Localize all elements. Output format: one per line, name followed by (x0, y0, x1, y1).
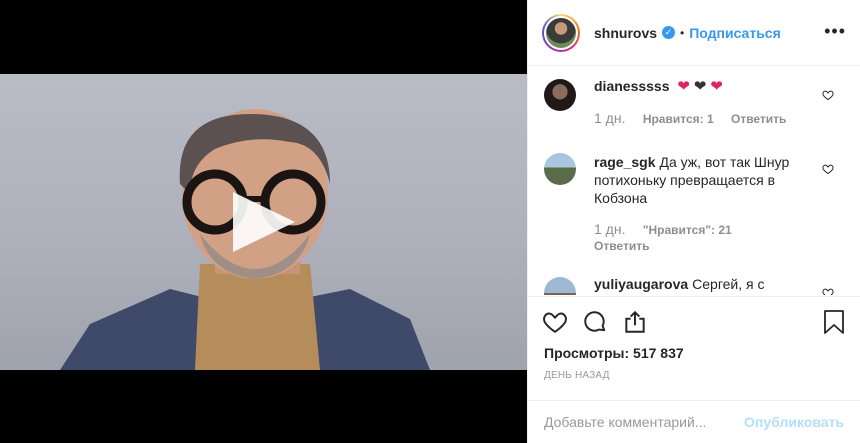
comment-likes[interactable]: "Нравится": 21 (643, 223, 732, 237)
comment-icon[interactable] (582, 309, 608, 335)
reply-button[interactable]: Ответить (594, 239, 649, 253)
comment-item: rage_sgk Да уж, вот так Шнур потихоньку п… (528, 153, 860, 254)
video-player[interactable] (0, 74, 527, 370)
publish-button[interactable]: Опубликовать (744, 414, 844, 430)
instagram-post: shnurovs ✓ • Подписаться ••• dianesssss … (0, 0, 860, 443)
comment-username[interactable]: dianesssss (594, 78, 670, 94)
follow-button[interactable]: Подписаться (689, 25, 781, 41)
comment-likes[interactable]: Нравится: 1 (643, 112, 714, 126)
more-options-icon[interactable]: ••• (824, 22, 846, 40)
separator-dot: • (680, 25, 685, 40)
heart-emojis: ❤ ❤ ❤ (677, 78, 723, 95)
like-comment-icon[interactable] (822, 89, 834, 101)
like-comment-icon[interactable] (822, 163, 834, 175)
like-comment-icon[interactable] (822, 287, 834, 295)
comment-input[interactable] (544, 414, 745, 430)
author-avatar[interactable] (542, 13, 580, 52)
comment-item: dianesssss ❤ ❤ ❤ 1 дн. Нравится: 1 Ответ… (528, 77, 860, 126)
share-icon[interactable] (622, 309, 648, 335)
bookmark-icon[interactable] (822, 309, 846, 335)
comment-avatar[interactable] (544, 79, 576, 111)
comment-avatar[interactable] (544, 277, 576, 295)
author-username[interactable]: shnurovs (594, 25, 657, 41)
add-comment-bar: Опубликовать (528, 400, 860, 443)
comment-username[interactable]: rage_sgk (594, 154, 655, 170)
post-panel: shnurovs ✓ • Подписаться ••• dianesssss … (527, 0, 860, 443)
post-date[interactable]: ДЕНЬ НАЗАД (544, 370, 610, 381)
post-actions: Просмотры: 517 837 ДЕНЬ НАЗАД (528, 296, 860, 408)
play-icon[interactable] (233, 192, 295, 252)
comment-time: 1 дн. (594, 110, 626, 126)
like-icon[interactable] (542, 309, 568, 335)
comment-item: yuliyaugarova Сергей, я с (528, 275, 860, 295)
comment-username[interactable]: yuliyaugarova (594, 276, 688, 292)
comment-time: 1 дн. (594, 221, 626, 237)
comment-avatar[interactable] (544, 153, 576, 185)
verified-badge-icon: ✓ (662, 26, 676, 39)
views-count[interactable]: Просмотры: 517 837 (544, 345, 684, 361)
post-header: shnurovs ✓ • Подписаться ••• (528, 0, 860, 66)
comment-text: Сергей, я с (692, 276, 765, 292)
reply-button[interactable]: Ответить (731, 112, 786, 126)
media-area (0, 0, 527, 443)
comments-list[interactable]: dianesssss ❤ ❤ ❤ 1 дн. Нравится: 1 Ответ… (528, 67, 860, 295)
